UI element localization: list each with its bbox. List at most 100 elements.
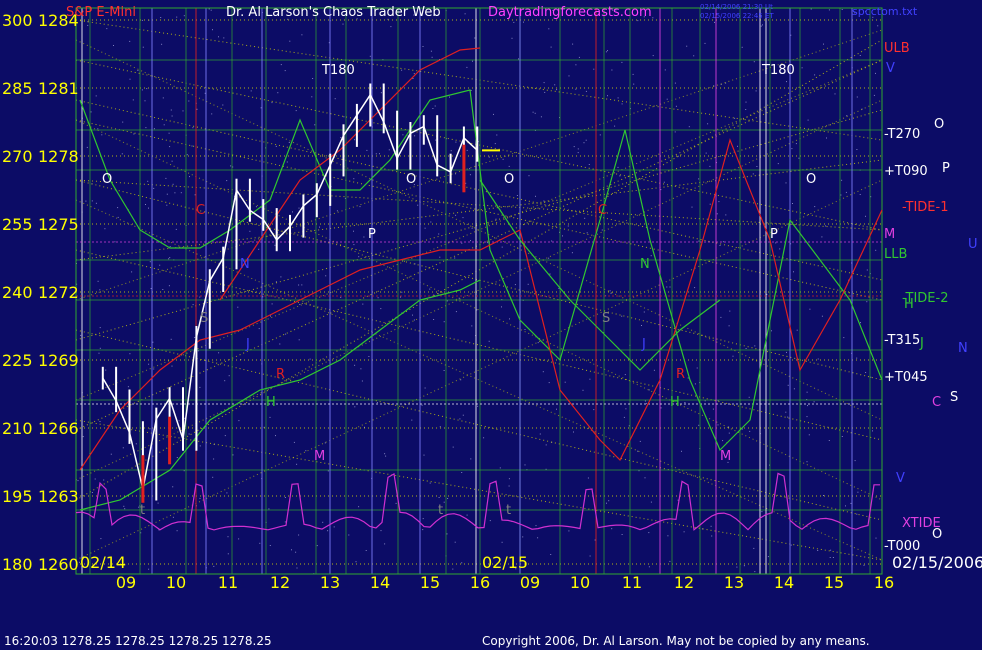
annotation-label: O [806, 172, 816, 187]
star-dot [667, 535, 669, 537]
star-dot [508, 478, 510, 480]
star-dot [606, 502, 607, 504]
right-label: N [958, 341, 968, 356]
star-dot [99, 347, 101, 349]
star-dot [433, 319, 435, 320]
x-tick-label: 14 [370, 573, 390, 592]
star-dot [153, 128, 155, 130]
star-dot [639, 440, 641, 442]
star-dot [145, 204, 146, 205]
annotation-label: N [640, 257, 650, 272]
star-dot [829, 557, 831, 558]
star-dot [754, 345, 756, 347]
star-dot [556, 408, 557, 410]
star-dot [621, 315, 623, 317]
star-dot [777, 163, 779, 165]
star-dot [550, 554, 552, 555]
star-dot [793, 388, 795, 390]
star-dot [666, 98, 668, 100]
star-dot [737, 145, 738, 147]
star-dot [845, 191, 847, 193]
star-dot [180, 192, 182, 194]
annotation-label: J [641, 337, 646, 352]
star-dot [455, 173, 456, 175]
star-dot [95, 202, 97, 204]
star-dot [384, 453, 386, 455]
star-dot [787, 384, 789, 386]
star-dot [857, 491, 859, 493]
star-dot [807, 119, 809, 121]
star-dot [856, 96, 858, 98]
star-dot [755, 90, 757, 92]
star-dot [717, 424, 719, 426]
star-dot [295, 551, 297, 553]
star-dot [466, 514, 468, 516]
star-dot [556, 89, 558, 91]
star-dot [95, 95, 97, 97]
star-dot [275, 435, 276, 437]
star-dot [637, 450, 639, 452]
star-dot [91, 492, 93, 493]
date-label-mid: 02/15 [482, 553, 528, 572]
star-dot [743, 565, 745, 567]
y-tick-label: 255 [2, 215, 33, 234]
star-dot [841, 436, 843, 437]
star-dot [430, 50, 432, 52]
y-price-label: 1275 [38, 215, 79, 234]
star-dot [170, 338, 172, 340]
y-price-label: 1269 [38, 351, 79, 370]
star-dot [793, 271, 794, 273]
star-dot [186, 154, 188, 156]
star-dot [85, 200, 87, 202]
star-dot [625, 408, 627, 410]
date-labels: 02/14 02/15 02/15/2006 [80, 553, 982, 572]
right-label: -T315 [884, 333, 920, 348]
star-dot [137, 70, 139, 71]
star-dot [423, 454, 425, 456]
star-dot [694, 287, 696, 289]
star-dot [192, 304, 194, 306]
star-dot [619, 175, 621, 177]
star-dot [771, 330, 772, 332]
y-price-label: 1284 [38, 11, 79, 30]
star-dot [471, 325, 473, 327]
annotation-label: N [240, 257, 250, 272]
y-price-label: 1263 [38, 487, 79, 506]
star-dot [709, 203, 711, 205]
star-dot [270, 315, 271, 317]
star-dot [856, 513, 858, 515]
star-dot [100, 538, 102, 540]
star-dot [698, 240, 700, 242]
star-dot [147, 180, 149, 182]
star-dot [165, 177, 167, 179]
star-dot [694, 383, 696, 385]
star-dot [469, 168, 471, 170]
annotation-label: t [438, 503, 443, 518]
star-dot [413, 73, 415, 75]
star-dot [514, 284, 516, 286]
star-dot [162, 289, 164, 290]
star-dot [728, 432, 730, 434]
star-dot [129, 78, 131, 80]
star-dot [761, 511, 763, 513]
star-dot [169, 257, 171, 259]
star-dot [486, 242, 488, 244]
star-dot [548, 28, 550, 30]
right-label: ULB [884, 41, 910, 56]
star-dot [325, 275, 327, 277]
star-dot [562, 235, 563, 237]
star-dot [305, 450, 307, 452]
star-dot [166, 193, 168, 195]
star-dot [779, 248, 781, 250]
x-tick-label: 11 [218, 573, 238, 592]
star-dot [470, 240, 471, 242]
star-dot [176, 530, 178, 532]
star-dot [98, 352, 100, 354]
star-dot [749, 430, 751, 432]
star-dot [443, 370, 445, 371]
star-dot [648, 532, 650, 534]
star-dot [801, 67, 803, 69]
star-dot [575, 88, 577, 90]
annotation-label: C [196, 203, 205, 218]
star-dot [573, 431, 574, 433]
